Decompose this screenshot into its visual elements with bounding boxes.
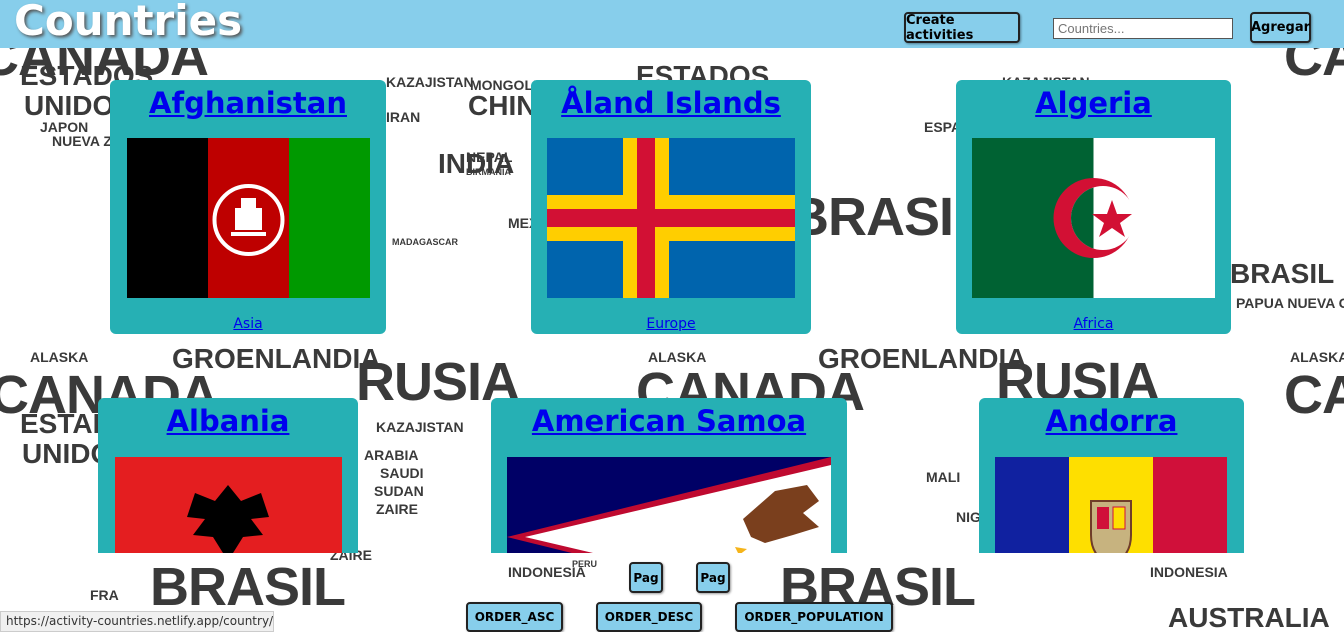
- american-samoa-flag-image: [507, 457, 831, 553]
- bg-word: BRASIL: [150, 557, 346, 617]
- aland-islands-flag-image: [547, 138, 795, 298]
- order-asc-button[interactable]: ORDER_ASC: [466, 602, 563, 632]
- pagination-next-button[interactable]: Pag: [696, 562, 730, 593]
- browser-status-url: https://activity-countries.netlify.app/c…: [0, 611, 274, 632]
- continent-link[interactable]: Europe: [531, 316, 811, 332]
- country-card[interactable]: Albania: [98, 398, 358, 553]
- continent-link[interactable]: Africa: [956, 316, 1231, 332]
- bg-word: AUSTRALIA: [1168, 602, 1330, 632]
- country-name-link[interactable]: Andorra: [979, 404, 1244, 438]
- algeria-flag-image: [972, 138, 1215, 298]
- order-population-button[interactable]: ORDER_POPULATION: [735, 602, 893, 632]
- country-card[interactable]: Andorra: [979, 398, 1244, 553]
- bg-word: FRA: [90, 587, 119, 603]
- continent-link[interactable]: Asia: [110, 316, 386, 332]
- albania-flag-image: [115, 457, 342, 553]
- order-desc-button[interactable]: ORDER_DESC: [596, 602, 702, 632]
- country-card-grid: Afghanistan Asia Åland Islands Europe Al…: [0, 0, 1344, 553]
- bg-word: PERU: [572, 559, 598, 569]
- country-card[interactable]: American Samoa: [491, 398, 847, 553]
- country-name-link[interactable]: Afghanistan: [110, 86, 386, 120]
- country-name-link[interactable]: Algeria: [956, 86, 1231, 120]
- agregar-search-button[interactable]: Agregar: [1250, 12, 1311, 43]
- app-logo-title[interactable]: Countries: [14, 0, 242, 45]
- top-navbar: Countries Create activities Agregar: [0, 0, 1344, 48]
- country-search-input[interactable]: [1053, 18, 1233, 39]
- afghanistan-flag-image: [127, 138, 370, 298]
- country-card[interactable]: Åland Islands Europe: [531, 80, 811, 334]
- create-activities-button[interactable]: Create activities: [904, 12, 1020, 43]
- country-name-link[interactable]: American Samoa: [491, 404, 847, 438]
- country-card[interactable]: Afghanistan Asia: [110, 80, 386, 334]
- country-name-link[interactable]: Åland Islands: [531, 86, 811, 120]
- country-card[interactable]: Algeria Africa: [956, 80, 1231, 334]
- bg-word: INDONESIA: [1150, 564, 1228, 580]
- country-name-link[interactable]: Albania: [98, 404, 358, 438]
- andorra-flag-image: [995, 457, 1227, 553]
- pagination-prev-button[interactable]: Pag: [629, 562, 663, 593]
